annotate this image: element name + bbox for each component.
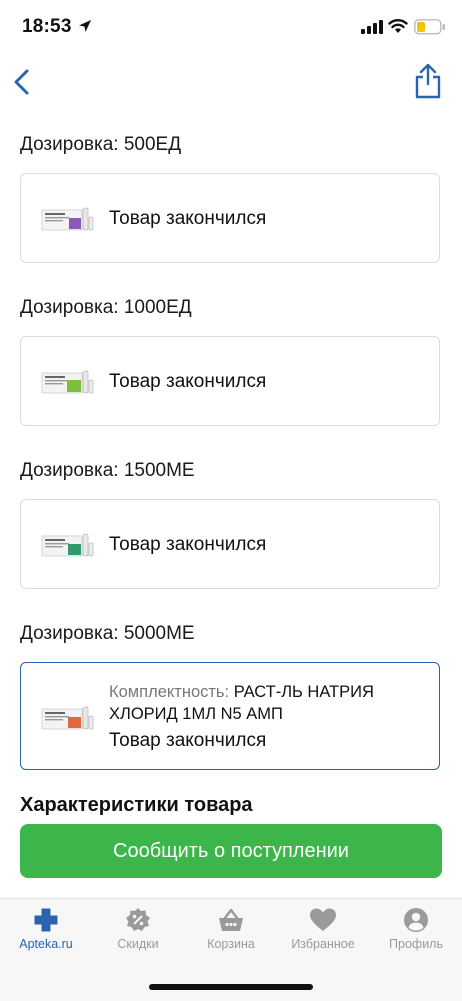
status-time: 18:53 <box>22 16 72 37</box>
product-image <box>41 533 94 557</box>
stock-status: Товар закончился <box>109 208 267 229</box>
variant-card-1000[interactable]: Товар закончился <box>20 336 440 426</box>
home-indicator <box>149 984 313 990</box>
product-image <box>41 370 94 394</box>
notify-button[interactable]: Сообщить о поступлении <box>20 824 442 878</box>
tab-basket[interactable]: Корзина <box>185 907 277 959</box>
tab-profile[interactable]: Профиль <box>370 907 462 959</box>
heart-icon <box>310 908 336 931</box>
tab-label: Профиль <box>389 937 443 951</box>
battery-icon <box>414 19 445 35</box>
stock-status: Товар закончился <box>109 730 267 751</box>
status-bar: 18:53 <box>0 0 462 56</box>
tab-label: Apteka.ru <box>19 937 73 951</box>
wifi-icon <box>388 19 408 33</box>
variant-card-500[interactable]: Товар закончился <box>20 173 440 263</box>
nav-bar <box>0 60 462 104</box>
section-title: Характеристики товара <box>20 794 253 816</box>
profile-icon <box>404 908 428 932</box>
discount-icon <box>126 908 150 931</box>
tab-favorites[interactable]: Избранное <box>277 907 369 959</box>
location-arrow-icon <box>79 20 91 32</box>
signal-icon <box>361 20 383 34</box>
tab-label: Скидки <box>117 937 159 951</box>
stock-status: Товар закончился <box>109 534 267 555</box>
stock-status: Товар закончился <box>109 371 267 392</box>
dosage-label: Дозировка: 500ЕД <box>20 134 182 155</box>
dosage-label: Дозировка: 1000ЕД <box>20 297 192 318</box>
variant-card-5000[interactable]: Комплектность: РАСТ-ЛЬ НАТРИЯ ХЛОРИД 1МЛ… <box>20 662 440 770</box>
completeness-label: Комплектность: <box>109 683 230 701</box>
product-image <box>41 706 94 730</box>
back-button[interactable] <box>8 66 38 98</box>
tab-label: Корзина <box>207 937 255 951</box>
dosage-label: Дозировка: 1500МЕ <box>20 460 195 481</box>
share-button[interactable] <box>410 62 446 100</box>
tab-apteka[interactable]: Apteka.ru <box>0 907 92 959</box>
cross-icon <box>34 908 58 932</box>
completeness-info: Комплектность: РАСТ-ЛЬ НАТРИЯ ХЛОРИД 1МЛ… <box>109 681 419 725</box>
tab-discounts[interactable]: Скидки <box>92 907 184 959</box>
variant-card-1500[interactable]: Товар закончился <box>20 499 440 589</box>
dosage-label: Дозировка: 5000МЕ <box>20 623 195 644</box>
tab-label: Избранное <box>291 937 355 951</box>
basket-icon <box>219 908 243 931</box>
product-image <box>41 207 94 231</box>
